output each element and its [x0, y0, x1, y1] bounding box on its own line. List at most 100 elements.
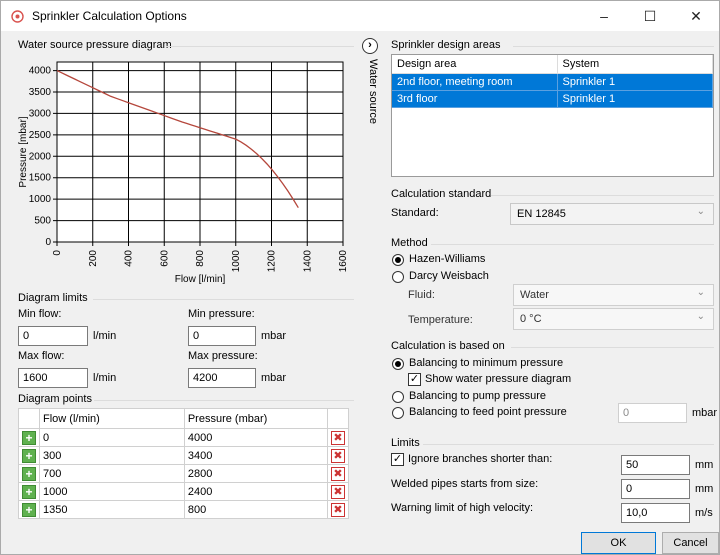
y-tick-label: 1500	[29, 173, 52, 184]
delete-row-icon[interactable]: ✖	[330, 484, 345, 499]
based-on-separator	[511, 347, 714, 348]
table-row: + 1000 2400 ✖	[18, 482, 350, 501]
add-row-icon[interactable]: +	[22, 484, 36, 499]
delete-row-icon[interactable]: ✖	[330, 466, 345, 481]
max-flow-input[interactable]: 1600	[18, 368, 88, 388]
max-flow-unit: l/min	[93, 372, 117, 384]
chevron-down-icon: ⌄	[696, 206, 705, 217]
x-tick-label: 600	[159, 250, 170, 267]
feed-point-input[interactable]: 0	[618, 403, 687, 423]
limits-title: Limits	[391, 437, 420, 449]
temperature-label: Temperature:	[408, 314, 473, 326]
flow-cell[interactable]: 1000	[39, 482, 185, 501]
feed-point-radio[interactable]	[392, 407, 404, 419]
add-row-icon[interactable]: +	[22, 466, 36, 481]
hazen-williams-radio[interactable]	[392, 254, 404, 266]
pressure-cell[interactable]: 2400	[183, 482, 328, 501]
flow-cell[interactable]: 1350	[39, 500, 185, 519]
diagram-limits-title: Diagram limits	[18, 292, 88, 304]
list-item[interactable]: 2nd floor, meeting room Sprinkler 1	[392, 72, 713, 91]
feed-point-unit: mbar	[692, 407, 718, 419]
velocity-limit-unit: m/s	[695, 507, 713, 519]
list-item[interactable]: 3rd floor Sprinkler 1	[392, 89, 713, 108]
design-areas-list[interactable]: Design area System 2nd floor, meeting ro…	[391, 54, 714, 177]
system-header[interactable]: System	[557, 55, 713, 74]
velocity-limit-input[interactable]: 10,0	[621, 503, 690, 523]
system-cell[interactable]: Sprinkler 1	[557, 72, 713, 91]
maximize-button[interactable]: ☐	[627, 1, 673, 31]
pump-pressure-radio[interactable]	[392, 391, 404, 403]
collapse-chevron-icon[interactable]: ›	[362, 38, 378, 54]
design-area-cell[interactable]: 3rd floor	[392, 89, 558, 108]
hazen-williams-label[interactable]: Hazen-Williams	[409, 253, 485, 265]
fluid-dropdown[interactable]: Water ⌄	[513, 284, 714, 306]
dialog-window: Sprinkler Calculation Options – ☐ ✕ Wate…	[0, 0, 720, 555]
pump-pressure-label[interactable]: Balancing to pump pressure	[409, 390, 546, 402]
limits-right-separator	[423, 444, 714, 445]
diagram-points-table: Flow (l/min) Pressure (mbar) + 0 4000 ✖ …	[18, 408, 350, 519]
points-header-pressure: Pressure (mbar)	[183, 408, 328, 429]
points-header-flow: Flow (l/min)	[39, 408, 185, 429]
design-areas-title: Sprinkler design areas	[391, 39, 501, 51]
min-flow-input[interactable]: 0	[18, 326, 88, 346]
standard-value: EN 12845	[517, 208, 566, 220]
diagram-points-title: Diagram points	[18, 393, 92, 405]
ignore-branches-checkbox[interactable]: ✓	[391, 453, 404, 466]
points-header-blank	[18, 408, 40, 429]
darcy-weisbach-radio[interactable]	[392, 271, 404, 283]
diagram-separator	[166, 46, 354, 47]
delete-row-icon[interactable]: ✖	[330, 448, 345, 463]
add-row-icon[interactable]: +	[22, 502, 36, 517]
delete-row-icon[interactable]: ✖	[330, 502, 345, 517]
show-diagram-label[interactable]: Show water pressure diagram	[425, 373, 571, 385]
pressure-cell[interactable]: 800	[183, 500, 328, 519]
pressure-cell[interactable]: 4000	[183, 428, 328, 447]
min-pressure-input[interactable]: 0	[188, 326, 256, 346]
minimize-button[interactable]: –	[581, 1, 627, 31]
pressure-cell[interactable]: 2800	[183, 464, 328, 483]
ok-button[interactable]: OK	[581, 532, 656, 554]
y-axis-label: Pressure [mbar]	[18, 116, 29, 187]
x-tick-label: 1000	[231, 250, 242, 273]
min-flow-unit: l/min	[93, 330, 117, 342]
max-pressure-input[interactable]: 4200	[188, 368, 256, 388]
method-separator	[431, 244, 714, 245]
method-title: Method	[391, 237, 428, 249]
cancel-button[interactable]: Cancel	[662, 532, 719, 554]
flow-cell[interactable]: 700	[39, 464, 185, 483]
based-on-title: Calculation is based on	[391, 340, 505, 352]
system-cell[interactable]: Sprinkler 1	[557, 89, 713, 108]
standard-label: Standard:	[391, 207, 439, 219]
water-source-side-tab[interactable]: Water source	[367, 59, 379, 124]
add-row-icon[interactable]: +	[22, 448, 36, 463]
delete-row-icon[interactable]: ✖	[330, 430, 345, 445]
min-pressure-radio[interactable]	[392, 358, 404, 370]
flow-cell[interactable]: 0	[39, 428, 185, 447]
show-diagram-checkbox[interactable]: ✓	[408, 373, 421, 386]
x-tick-label: 1200	[267, 250, 278, 273]
max-pressure-label: Max pressure:	[188, 350, 258, 362]
design-area-cell[interactable]: 2nd floor, meeting room	[392, 72, 558, 91]
chevron-down-icon: ⌄	[696, 311, 705, 322]
table-row: + 700 2800 ✖	[18, 464, 350, 483]
min-pressure-label: Min pressure:	[188, 308, 255, 320]
feed-point-label[interactable]: Balancing to feed point pressure	[409, 406, 567, 418]
close-button[interactable]: ✕	[673, 1, 719, 31]
flow-cell[interactable]: 300	[39, 446, 185, 465]
standard-dropdown[interactable]: EN 12845 ⌄	[510, 203, 714, 225]
y-tick-labels: 0 500 1000 1500 2000 2500 3000 3500 4000	[29, 66, 52, 248]
ignore-branches-input[interactable]: 50	[621, 455, 690, 475]
limits-separator	[93, 299, 354, 300]
darcy-weisbach-label[interactable]: Darcy Weisbach	[409, 270, 489, 282]
velocity-limit-label: Warning limit of high velocity:	[391, 502, 534, 514]
add-row-icon[interactable]: +	[22, 430, 36, 445]
welded-pipes-label: Welded pipes starts from size:	[391, 478, 539, 490]
ignore-branches-label[interactable]: Ignore branches shorter than:	[408, 453, 552, 465]
temperature-dropdown[interactable]: 0 °C ⌄	[513, 308, 714, 330]
design-area-header[interactable]: Design area	[392, 55, 558, 74]
min-pressure-option-label[interactable]: Balancing to minimum pressure	[409, 357, 563, 369]
y-tick-label: 3000	[29, 108, 52, 119]
table-row: + 300 3400 ✖	[18, 446, 350, 465]
welded-pipes-input[interactable]: 0	[621, 479, 690, 499]
pressure-cell[interactable]: 3400	[183, 446, 328, 465]
